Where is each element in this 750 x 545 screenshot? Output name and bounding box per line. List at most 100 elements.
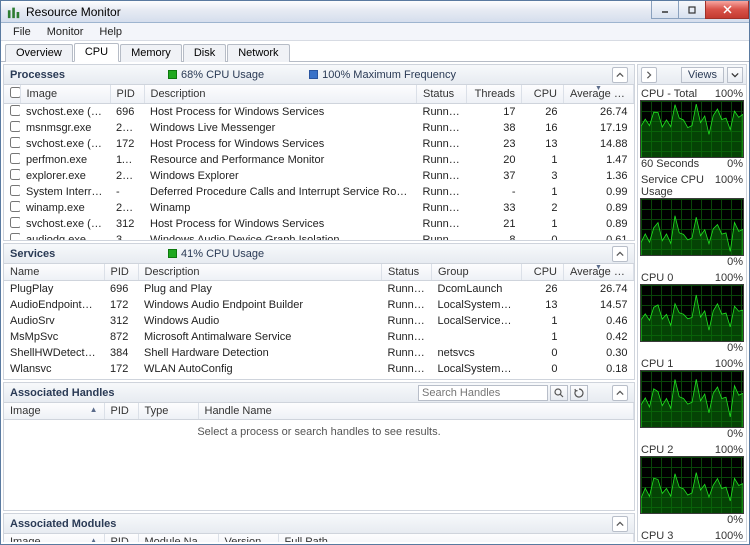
svc-col-cpu[interactable]: CPU xyxy=(522,264,564,281)
m-col-image[interactable]: Image▲ xyxy=(4,534,104,542)
services-grid-scroll[interactable]: Name PID Description Status Group CPU ▼A… xyxy=(4,264,634,379)
col-pid[interactable]: PID xyxy=(110,85,144,104)
service-row[interactable]: AudioSrv 312 Windows Audio Running Local… xyxy=(4,313,634,329)
cell-image: explorer.exe xyxy=(20,168,110,184)
svc-col-description[interactable]: Description xyxy=(138,264,382,281)
tab-memory[interactable]: Memory xyxy=(120,44,182,62)
chart-plot xyxy=(640,100,744,158)
row-checkbox[interactable] xyxy=(10,153,20,164)
services-header[interactable]: Services 41% CPU Usage xyxy=(4,244,634,264)
h-col-image[interactable]: Image▲ xyxy=(4,403,104,420)
h-col-handle-name[interactable]: Handle Name xyxy=(198,403,634,420)
modules-header[interactable]: Associated Modules xyxy=(4,514,634,534)
maximize-button[interactable] xyxy=(678,1,706,19)
collapse-handles-button[interactable] xyxy=(612,385,628,401)
row-checkbox[interactable] xyxy=(10,185,20,196)
row-checkbox[interactable] xyxy=(10,137,20,148)
cell-image: svchost.exe (LocalSystemNet... xyxy=(20,136,110,152)
col-image[interactable]: Image xyxy=(20,85,110,104)
h-col-pid[interactable]: PID xyxy=(104,403,138,420)
handles-header[interactable]: Associated Handles xyxy=(4,383,634,403)
clear-search-button[interactable] xyxy=(570,385,588,401)
cell-desc: Host Process for Windows Services xyxy=(144,104,417,121)
svc-col-status[interactable]: Status xyxy=(382,264,432,281)
processes-grid-scroll[interactable]: Image PID Description Status Threads CPU… xyxy=(4,85,634,240)
row-checkbox[interactable] xyxy=(10,169,20,180)
service-row[interactable]: AudioEndpointBuilder 172 Windows Audio E… xyxy=(4,297,634,313)
row-checkbox[interactable] xyxy=(10,105,20,116)
col-check[interactable] xyxy=(4,85,20,104)
processes-header[interactable]: Processes 68% CPU Usage 100% Maximum Fre… xyxy=(4,65,634,85)
menu-help[interactable]: Help xyxy=(91,25,130,39)
cell-name: ShellHWDetection xyxy=(4,345,104,361)
chart-title: CPU 1 xyxy=(641,358,673,370)
cell-cpu: 0 xyxy=(522,232,564,240)
cell-status: Running xyxy=(382,377,432,380)
search-button[interactable] xyxy=(550,385,568,401)
select-all-checkbox[interactable] xyxy=(10,87,20,98)
cell-avg: 0.30 xyxy=(564,345,634,361)
tab-cpu[interactable]: CPU xyxy=(74,43,119,62)
menu-monitor[interactable]: Monitor xyxy=(39,25,92,39)
h-col-type[interactable]: Type xyxy=(138,403,198,420)
collapse-charts-button[interactable] xyxy=(641,67,657,83)
tab-overview[interactable]: Overview xyxy=(5,44,73,62)
svc-col-group[interactable]: Group xyxy=(432,264,522,281)
close-button[interactable] xyxy=(705,1,749,19)
process-row[interactable]: System Interrupts - Deferred Procedure C… xyxy=(4,184,634,200)
views-button[interactable]: Views xyxy=(681,67,724,83)
tab-network[interactable]: Network xyxy=(227,44,289,62)
col-cpu[interactable]: CPU xyxy=(522,85,564,104)
services-grid: Name PID Description Status Group CPU ▼A… xyxy=(4,264,634,379)
collapse-services-button[interactable] xyxy=(612,246,628,262)
process-row[interactable]: perfmon.exe 1192 Resource and Performanc… xyxy=(4,152,634,168)
minimize-button[interactable] xyxy=(651,1,679,19)
cell-group: DcomLaunch xyxy=(432,281,522,297)
process-row[interactable]: svchost.exe (LocalServiceNet... 312 Host… xyxy=(4,216,634,232)
svc-col-avg[interactable]: ▼Average CPU xyxy=(564,264,634,281)
charts-header: Views xyxy=(638,65,746,85)
cell-desc: WLAN AutoConfig xyxy=(138,361,382,377)
process-row[interactable]: explorer.exe 2412 Windows Explorer Runni… xyxy=(4,168,634,184)
col-description[interactable]: Description xyxy=(144,85,417,104)
cell-avg: 0.46 xyxy=(564,313,634,329)
row-checkbox[interactable] xyxy=(10,121,20,132)
m-col-module[interactable]: Module Name xyxy=(138,534,218,542)
service-row[interactable]: ShellHWDetection 384 Shell Hardware Dete… xyxy=(4,345,634,361)
service-row[interactable]: MsMpSvc 872 Microsoft Antimalware Servic… xyxy=(4,329,634,345)
process-row[interactable]: svchost.exe (LocalSystemNet... 172 Host … xyxy=(4,136,634,152)
collapse-processes-button[interactable] xyxy=(612,67,628,83)
charts-body[interactable]: CPU - Total100% 60 Seconds0%Service CPU … xyxy=(638,85,746,541)
search-handles-input[interactable] xyxy=(418,385,548,401)
m-col-version[interactable]: Version xyxy=(218,534,278,542)
process-row[interactable]: winamp.exe 2228 Winamp Running 33 2 0.89 xyxy=(4,200,634,216)
col-avg-cpu[interactable]: ▼Average CPU xyxy=(564,85,634,104)
row-checkbox[interactable] xyxy=(10,233,20,240)
row-checkbox[interactable] xyxy=(10,217,20,228)
process-row[interactable]: svchost.exe (DcomLaunch) 696 Host Proces… xyxy=(4,104,634,121)
cell-desc: DHCP Client xyxy=(138,377,382,380)
collapse-modules-button[interactable] xyxy=(612,516,628,532)
process-row[interactable]: msnmsgr.exe 2680 Windows Live Messenger … xyxy=(4,120,634,136)
tab-strip: Overview CPU Memory Disk Network xyxy=(1,41,749,62)
service-row[interactable]: Wlansvc 172 WLAN AutoConfig Running Loca… xyxy=(4,361,634,377)
m-col-pid[interactable]: PID xyxy=(104,534,138,542)
chart-title: CPU 2 xyxy=(641,444,673,456)
service-row[interactable]: PlugPlay 696 Plug and Play Running DcomL… xyxy=(4,281,634,297)
cell-desc: Windows Audio Device Graph Isolation xyxy=(144,232,417,240)
m-col-path[interactable]: Full Path xyxy=(278,534,634,542)
cell-pid: 172 xyxy=(104,361,138,377)
svc-col-name[interactable]: Name xyxy=(4,264,104,281)
menu-file[interactable]: File xyxy=(5,25,39,39)
processes-title: Processes xyxy=(10,69,150,81)
tab-disk[interactable]: Disk xyxy=(183,44,226,62)
col-status[interactable]: Status xyxy=(417,85,467,104)
svc-col-pid[interactable]: PID xyxy=(104,264,138,281)
cell-desc: Host Process for Windows Services xyxy=(144,136,417,152)
col-threads[interactable]: Threads xyxy=(467,85,522,104)
row-checkbox[interactable] xyxy=(10,201,20,212)
process-row[interactable]: audiodg.exe 3784 Windows Audio Device Gr… xyxy=(4,232,634,240)
cell-pid: 696 xyxy=(110,104,144,121)
views-dropdown-button[interactable] xyxy=(727,67,743,83)
service-row[interactable]: Dhcp 312 DHCP Client Running LocalServic… xyxy=(4,377,634,380)
